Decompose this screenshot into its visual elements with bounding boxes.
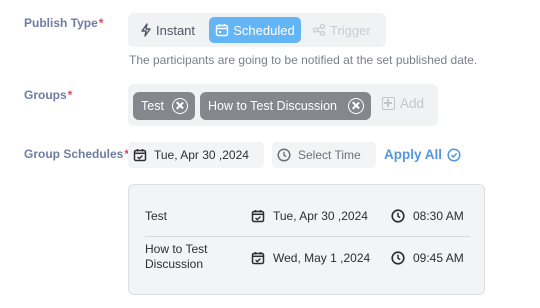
publish-type-instant-label: Instant	[156, 22, 196, 38]
schedule-row-group: Test	[145, 209, 168, 223]
schedule-date-input[interactable]: Tue, Apr 30 ,2024	[128, 142, 264, 168]
required-mark: *	[98, 16, 104, 30]
plus-icon	[382, 97, 395, 110]
check-circle-icon	[447, 147, 461, 162]
group-chip-label: How to Test Discussion	[208, 99, 337, 113]
schedule-row-date[interactable]: Wed, May 1 ,2024	[251, 251, 370, 265]
calendar-check-icon	[251, 210, 265, 223]
group-schedule-list: Test Tue, Apr 30 ,2024 08:30 AM How to T…	[128, 184, 485, 295]
schedule-time-input[interactable]: Select Time	[272, 142, 376, 168]
remove-chip-icon[interactable]	[172, 98, 188, 114]
clock-icon	[391, 251, 405, 265]
calendar-check-icon	[133, 149, 147, 162]
group-schedules-label: Group Schedules*	[24, 147, 130, 161]
share-icon	[312, 23, 326, 37]
publish-type-label: Publish Type*	[24, 16, 104, 30]
schedule-row-group: How to Test Discussion	[145, 242, 208, 271]
calendar-check-icon	[251, 252, 265, 265]
schedule-row-date[interactable]: Tue, Apr 30 ,2024	[251, 209, 368, 223]
add-group-button[interactable]: Add	[382, 96, 424, 111]
apply-all-label: Apply All	[384, 147, 443, 162]
group-chip-label: Test	[141, 99, 164, 113]
publish-type-instant[interactable]: Instant	[138, 17, 212, 43]
publish-type-selector: Instant Scheduled Trigger	[128, 13, 386, 47]
schedule-date-value: Tue, Apr 30 ,2024	[154, 148, 249, 162]
add-group-label: Add	[400, 96, 425, 111]
publish-type-trigger[interactable]: Trigger	[312, 17, 380, 43]
lightning-icon	[141, 23, 151, 37]
publish-type-scheduled-label: Scheduled	[233, 22, 295, 38]
publish-type-trigger-label: Trigger	[330, 22, 371, 38]
publish-type-scheduled[interactable]: Scheduled	[209, 17, 301, 43]
groups-label: Groups*	[24, 88, 73, 102]
publish-type-hint: The participants are going to be notifie…	[129, 53, 478, 67]
schedule-time-placeholder: Select Time	[298, 148, 361, 162]
schedule-row: Test Tue, Apr 30 ,2024 08:30 AM	[145, 197, 470, 237]
schedule-row: How to Test Discussion Wed, May 1 ,2024 …	[145, 238, 470, 278]
group-chip-how-to-test-discussion: How to Test Discussion	[200, 92, 371, 120]
clock-icon	[277, 148, 291, 162]
schedule-row-time[interactable]: 08:30 AM	[391, 209, 464, 223]
apply-all-button[interactable]: Apply All	[384, 147, 461, 162]
remove-chip-icon[interactable]	[348, 98, 364, 114]
schedule-row-time[interactable]: 09:45 AM	[391, 251, 464, 265]
required-mark: *	[67, 88, 73, 102]
groups-selector: Test How to Test Discussion Add	[128, 84, 438, 126]
group-chip-test: Test	[133, 92, 195, 120]
clock-icon	[391, 209, 405, 223]
calendar-icon	[216, 24, 229, 37]
